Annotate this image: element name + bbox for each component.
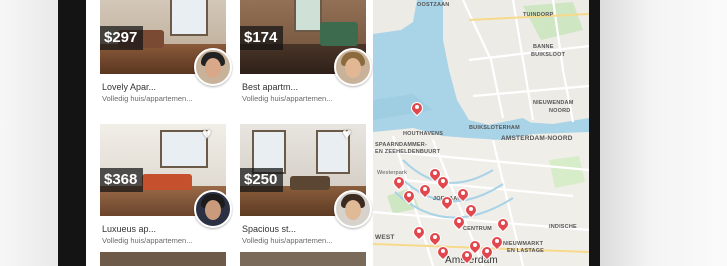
map-pin[interactable] — [419, 184, 431, 200]
price-badge: $250 — [240, 168, 284, 192]
map-view[interactable]: OOSTZAAN TUINDORP BANNE BUIKSLOOT NIEUWE… — [373, 0, 589, 266]
map-label: EN LASTAGE — [507, 248, 545, 254]
map-label: SPAARNDAMMER- — [375, 142, 427, 148]
map-label: CENTRUM — [463, 226, 492, 232]
listing-card[interactable] — [240, 252, 366, 266]
map-pin[interactable] — [437, 176, 449, 192]
map-pin[interactable] — [461, 250, 473, 266]
map-pin[interactable] — [497, 218, 509, 234]
listing-card[interactable]: $297 ♥ Lovely Apar... Volledig huis/appa… — [100, 0, 232, 122]
map-label: INDISCHE — [549, 224, 577, 230]
heart-icon[interactable]: ♥ — [202, 127, 218, 143]
listing-title[interactable]: Spacious st... — [242, 224, 296, 234]
host-avatar[interactable] — [334, 190, 372, 228]
host-avatar[interactable] — [194, 48, 232, 86]
map-pin[interactable] — [465, 204, 477, 220]
backdrop — [600, 0, 727, 266]
listing-subtitle: Volledig huis/appartemen... — [242, 236, 333, 245]
map-label: NIEUWMARKT — [503, 241, 544, 247]
listing-title[interactable]: Best apartm... — [242, 82, 298, 92]
host-avatar[interactable] — [334, 48, 372, 86]
map-label: BUIKSLOOT — [531, 52, 566, 58]
listing-card[interactable] — [100, 252, 226, 266]
app-screen: $297 ♥ Lovely Apar... Volledig huis/appa… — [86, 0, 589, 266]
listing-title[interactable]: Lovely Apar... — [102, 82, 156, 92]
listing-subtitle: Volledig huis/appartemen... — [102, 236, 193, 245]
listings-panel[interactable]: $297 ♥ Lovely Apar... Volledig huis/appa… — [86, 0, 372, 266]
listing-card[interactable]: $174 ♥ Best apartm... Volledig huis/appa… — [240, 0, 372, 122]
map-label: WEST — [375, 234, 395, 241]
map-label: EN ZEEHELDENBUURT — [375, 149, 441, 155]
listing-photo[interactable] — [100, 252, 226, 266]
map-pin[interactable] — [411, 102, 423, 118]
map-pin[interactable] — [491, 236, 503, 252]
map-label: TUINDORP — [523, 12, 554, 18]
heart-icon[interactable]: ♥ — [342, 127, 358, 143]
price-badge: $297 — [100, 26, 144, 50]
map-pin[interactable] — [457, 188, 469, 204]
listing-photo[interactable] — [240, 252, 366, 266]
backdrop — [0, 0, 58, 266]
listing-card[interactable]: $368 ♥ Luxueus ap... Volledig huis/appar… — [100, 124, 232, 245]
map-pin[interactable] — [403, 190, 415, 206]
price-badge: $368 — [100, 168, 144, 192]
map-pin[interactable] — [453, 216, 465, 232]
map-label: AMSTERDAM-NOORD — [501, 135, 573, 142]
host-avatar[interactable] — [194, 190, 232, 228]
tablet-device: $297 ♥ Lovely Apar... Volledig huis/appa… — [58, 0, 600, 266]
price-badge: $174 — [240, 26, 284, 50]
map-pin[interactable] — [437, 246, 449, 262]
map-label: HOUTHAVENS — [403, 131, 444, 137]
map-label: BANNE — [533, 44, 554, 50]
map-label: NIEUWENDAM — [533, 100, 574, 106]
map-label: NOORD — [549, 108, 571, 114]
listing-subtitle: Volledig huis/appartemen... — [102, 94, 193, 103]
map-pin[interactable] — [441, 196, 453, 212]
map-label: OOSTZAAN — [417, 2, 450, 8]
listing-title[interactable]: Luxueus ap... — [102, 224, 156, 234]
map-pin[interactable] — [413, 226, 425, 242]
listing-subtitle: Volledig huis/appartemen... — [242, 94, 333, 103]
listing-card[interactable]: $250 ♥ Spacious st... Volledig huis/appa… — [240, 124, 372, 245]
map-label: BUIKSLOTERHAM — [469, 125, 520, 131]
